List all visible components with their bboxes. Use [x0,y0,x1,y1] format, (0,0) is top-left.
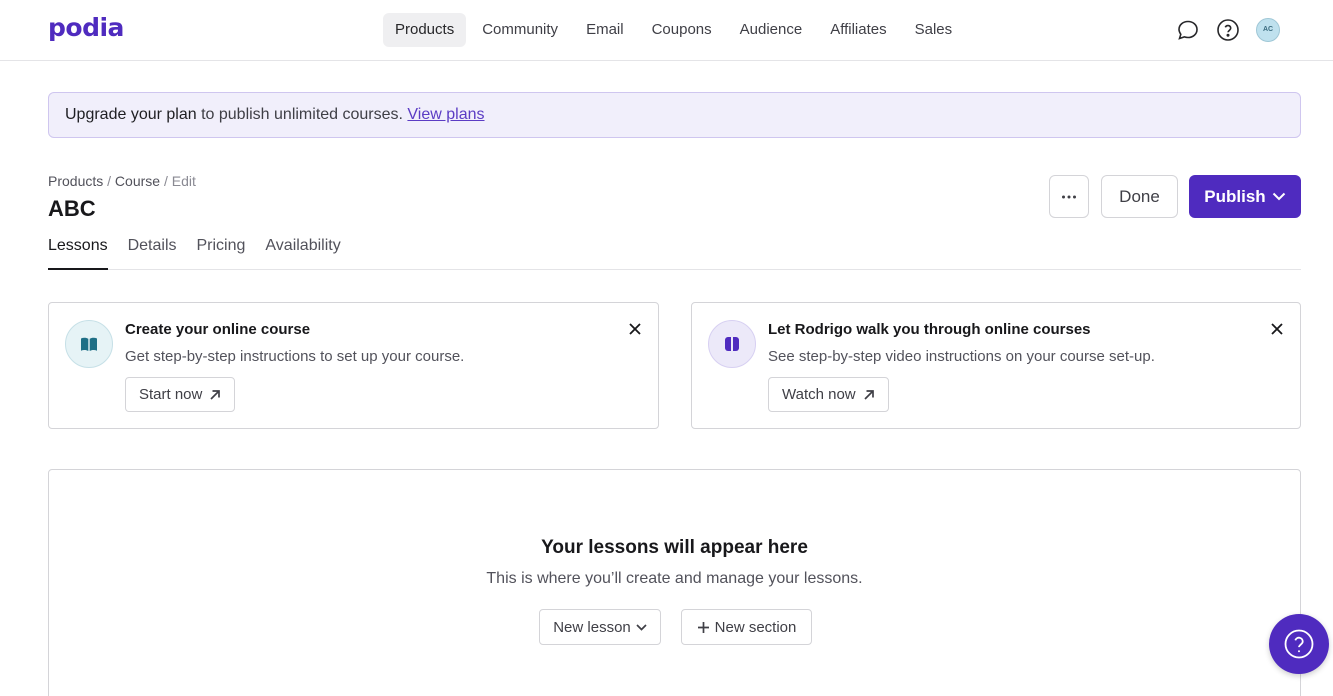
nav-item-audience[interactable]: Audience [728,13,815,47]
new-section-label: New section [714,618,797,636]
nav-item-coupons[interactable]: Coupons [640,13,724,47]
start-now-label: Start now [139,386,203,403]
plus-icon [697,621,709,633]
card-description: See step-by-step video instructions on y… [768,348,1155,365]
breadcrumb: Products / Course / Edit [48,173,196,189]
publish-label: Publish [1204,186,1266,206]
banner-text: to publish unlimited courses. [196,106,408,123]
breadcrumb-current: Edit [171,173,196,189]
nav-item-products[interactable]: Products [383,13,467,47]
top-right-icons: AC [1161,17,1281,43]
watch-now-button[interactable]: Watch now [768,377,889,412]
publish-button[interactable]: Publish [1189,175,1301,218]
tab-availability[interactable]: Availability [265,228,340,270]
close-icon[interactable] [1268,320,1286,338]
more-options-button[interactable] [1049,175,1089,218]
walkthrough-card: Let Rodrigo walk you through online cour… [691,302,1301,429]
empty-state-text: This is where you’ll create and manage y… [486,570,863,587]
main-nav: Products Community Email Coupons Audienc… [383,13,968,47]
chevron-down-icon [1272,192,1285,201]
nav-item-community[interactable]: Community [470,13,570,47]
tab-lessons[interactable]: Lessons [48,228,108,270]
tab-details[interactable]: Details [128,228,177,270]
nav-item-email[interactable]: Email [574,13,636,47]
watch-now-label: Watch now [782,386,856,403]
nav-item-affiliates[interactable]: Affiliates [818,13,898,47]
top-navigation-bar: podia Products Community Email Coupons A… [0,0,1333,61]
create-course-card: Create your online course Get step-by-st… [48,302,659,429]
podia-logo[interactable]: podia [48,13,124,42]
more-icon [1062,195,1076,198]
book-icon [65,320,113,368]
empty-state-title: Your lessons will appear here [541,537,808,558]
chat-icon[interactable] [1175,17,1201,43]
lessons-empty-state: Your lessons will appear here This is wh… [48,469,1301,696]
chevron-down-icon [636,623,647,631]
help-icon[interactable] [1215,17,1241,43]
card-title: Create your online course [125,321,311,338]
view-plans-link[interactable]: View plans [407,106,484,123]
new-section-button[interactable]: New section [681,609,812,645]
card-title: Let Rodrigo walk you through online cour… [768,321,1091,338]
breadcrumb-separator: / [163,173,168,189]
page-title: ABC [48,196,96,221]
banner-strong-text: Upgrade your plan [65,106,197,123]
help-chat-button[interactable] [1269,614,1329,674]
course-tabs: Lessons Details Pricing Availability [48,228,1301,270]
video-icon [708,320,756,368]
arrow-up-right-icon [864,389,874,400]
close-icon[interactable] [626,320,644,338]
avatar-initials: AC [1256,18,1280,42]
user-avatar[interactable]: AC [1255,17,1281,43]
upgrade-banner: Upgrade your plan to publish unlimited c… [48,92,1301,138]
nav-item-sales[interactable]: Sales [903,13,965,47]
breadcrumb-separator: / [107,173,112,189]
arrow-up-right-icon [210,389,221,400]
breadcrumb-products[interactable]: Products [48,173,103,189]
question-mark-icon [1284,629,1314,659]
start-now-button[interactable]: Start now [125,377,236,412]
card-description: Get step-by-step instructions to set up … [125,348,465,365]
tab-pricing[interactable]: Pricing [197,228,246,270]
new-lesson-button[interactable]: New lesson [539,609,661,645]
breadcrumb-course[interactable]: Course [115,173,160,189]
new-lesson-label: New lesson [553,618,631,636]
done-button[interactable]: Done [1101,175,1178,218]
